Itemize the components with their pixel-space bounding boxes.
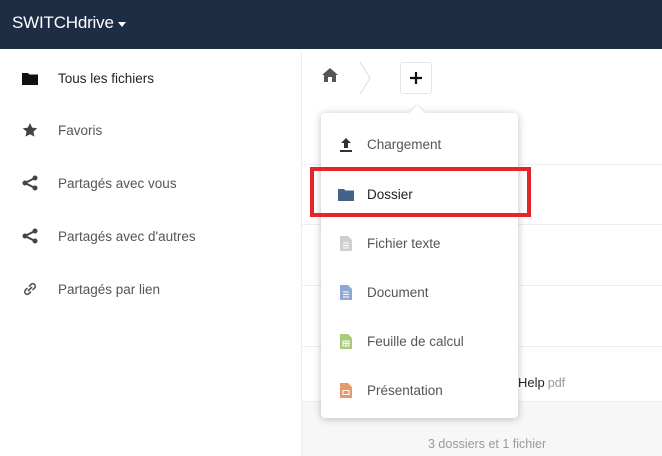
file-row-name[interactable]: Help pdf <box>518 375 565 390</box>
star-icon <box>22 122 38 138</box>
new-button[interactable] <box>400 62 432 94</box>
share-icon <box>22 228 38 244</box>
caret-down-icon <box>117 21 126 27</box>
sidebar-item-shared-with-others[interactable]: Partagés avec d'autres <box>0 218 302 254</box>
file-extension: pdf <box>547 376 566 390</box>
menu-item-label: Document <box>367 284 429 300</box>
menu-item-upload[interactable]: Chargement <box>321 120 518 168</box>
menu-item-label: Présentation <box>367 382 443 398</box>
menu-item-label: Fichier texte <box>367 235 441 251</box>
folder-icon <box>22 70 38 86</box>
menu-item-presentation[interactable]: Présentation <box>321 366 518 414</box>
home-icon[interactable] <box>322 68 338 87</box>
menu-item-label: Feuille de calcul <box>367 333 464 349</box>
upload-icon <box>338 136 354 152</box>
menu-item-spreadsheet[interactable]: Feuille de calcul <box>321 317 518 365</box>
breadcrumb-separator-icon <box>359 61 371 99</box>
sidebar-item-shared-with-you[interactable]: Partagés avec vous <box>0 165 302 201</box>
menu-pointer <box>409 105 425 113</box>
file-summary-text: 3 dossiers et 1 fichier <box>428 437 547 451</box>
spreadsheet-icon <box>338 333 354 349</box>
file-name-text: Help <box>518 375 545 390</box>
sidebar-item-label: Partagés avec d'autres <box>58 228 196 244</box>
breadcrumb <box>302 52 662 104</box>
sidebar-item-shared-by-link[interactable]: Partagés par lien <box>0 271 302 307</box>
share-icon <box>22 175 38 191</box>
sidebar-item-label: Partagés avec vous <box>58 175 177 191</box>
plus-icon <box>410 72 422 84</box>
menu-item-text-file[interactable]: Fichier texte <box>321 219 518 267</box>
app-menu-button[interactable]: SWITCHdrive <box>12 13 126 33</box>
sidebar-item-label: Tous les fichiers <box>58 70 155 86</box>
sidebar-item-favorites[interactable]: Favoris <box>0 112 302 148</box>
link-icon <box>22 281 38 297</box>
presentation-icon <box>338 382 354 398</box>
sidebar-item-all-files[interactable]: Tous les fichiers <box>0 60 302 96</box>
menu-item-document[interactable]: Document <box>321 268 518 316</box>
document-icon <box>338 284 354 300</box>
app-name: SWITCHdrive <box>12 13 114 32</box>
sidebar-item-label: Favoris <box>58 122 103 138</box>
menu-item-label: Chargement <box>367 136 442 152</box>
sidebar-item-label: Partagés par lien <box>58 281 161 297</box>
text-file-icon <box>338 235 354 251</box>
highlight-box <box>310 167 531 217</box>
sidebar: Tous les fichiers Favoris Partagés avec … <box>0 52 302 456</box>
new-item-menu: Chargement Dossier Fichier texte Documen… <box>321 105 518 418</box>
app-header: SWITCHdrive <box>0 0 662 52</box>
